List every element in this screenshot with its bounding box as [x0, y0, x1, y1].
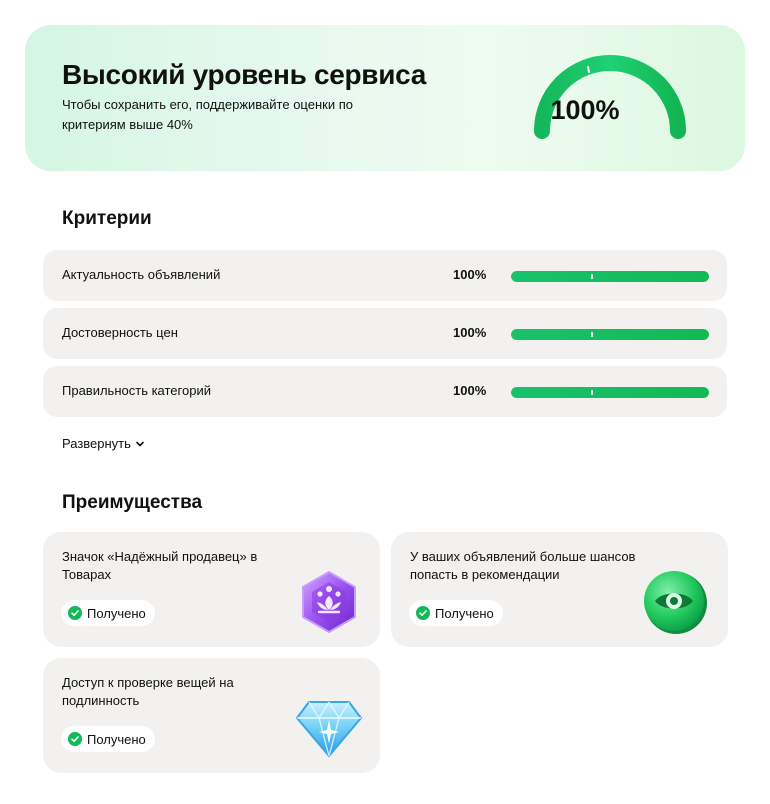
threshold-marker	[591, 390, 593, 395]
status-label: Получено	[87, 605, 146, 621]
threshold-marker	[591, 332, 593, 337]
benefit-card: Доступ к проверке вещей на подлинность П…	[43, 658, 380, 773]
criterion-progress-bar	[511, 387, 709, 398]
criterion-label: Правильность категорий	[62, 383, 211, 398]
criteria-title: Критерии	[62, 208, 152, 229]
status-badge: Получено	[61, 600, 155, 626]
criterion-progress-fill	[511, 271, 709, 282]
benefit-text: У ваших объявлений больше шансов попасть…	[410, 549, 636, 582]
status-badge: Получено	[409, 600, 503, 626]
gauge-value: 100%	[550, 95, 620, 125]
benefit-card: У ваших объявлений больше шансов попасть…	[391, 532, 728, 647]
criterion-progress-bar	[511, 329, 709, 340]
criterion-progress-bar	[511, 271, 709, 282]
benefit-text: Доступ к проверке вещей на подлинность	[62, 675, 234, 708]
benefit-text: Значок «Надёжный продавец» в Товарах	[62, 549, 258, 582]
check-circle-icon	[68, 732, 82, 746]
eye-badge-icon	[644, 571, 707, 634]
check-circle-icon	[68, 606, 82, 620]
criterion-value: 100%	[453, 267, 487, 282]
criterion-row: Достоверность цен 100%	[43, 308, 727, 359]
check-circle-icon	[416, 606, 430, 620]
benefits-title: Преимущества	[62, 492, 203, 513]
chevron-down-icon	[136, 441, 144, 446]
criterion-progress-fill	[511, 387, 709, 398]
status-label: Получено	[435, 605, 494, 621]
gauge-marker	[587, 66, 590, 73]
criterion-value: 100%	[453, 383, 487, 398]
criterion-label: Достоверность цен	[62, 325, 178, 340]
diamond-icon	[296, 701, 362, 757]
service-level-card: Высокий уровень сервиса Чтобы сохранить …	[25, 25, 745, 171]
expand-criteria-button[interactable]: Развернуть	[62, 436, 145, 451]
criterion-progress-fill	[511, 329, 709, 340]
criterion-row: Правильность категорий 100%	[43, 366, 727, 417]
status-badge: Получено	[61, 726, 155, 752]
lotus-badge-icon	[302, 571, 356, 633]
criterion-row: Актуальность объявлений 100%	[43, 250, 727, 301]
hero-title: Высокий уровень сервиса	[62, 59, 427, 90]
hero-subtitle: Чтобы сохранить его, поддерживайте оценк…	[62, 97, 353, 132]
expand-label: Развернуть	[62, 436, 131, 451]
criterion-value: 100%	[453, 325, 487, 340]
threshold-marker	[591, 274, 593, 279]
status-label: Получено	[87, 731, 146, 747]
criterion-label: Актуальность объявлений	[62, 267, 221, 282]
benefit-card: Значок «Надёжный продавец» в Товарах Пол…	[43, 532, 380, 647]
